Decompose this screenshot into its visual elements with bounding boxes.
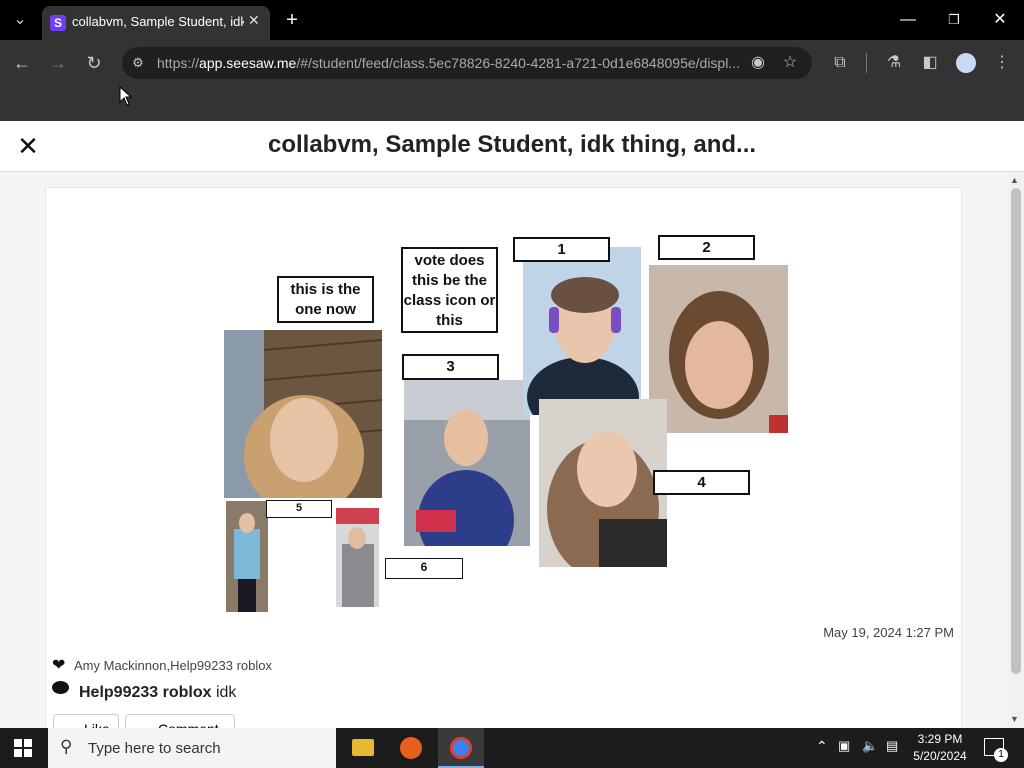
minimize-icon[interactable]: —	[896, 8, 920, 32]
comment: Help99233 roblox idk	[79, 684, 236, 702]
forward-arrow-icon[interactable]: →	[46, 51, 70, 75]
network-icon[interactable]: ▣	[838, 738, 850, 754]
label-vote-class-icon: vote does this be the class icon or this	[401, 247, 498, 333]
likes-list: Amy Mackinnon,Help99233 roblox	[74, 658, 272, 673]
seesaw-favicon-icon: S	[50, 15, 66, 31]
tab-close-icon[interactable]: ✕	[248, 12, 260, 29]
url-text[interactable]: https://app.seesaw.me/#/student/feed/cla…	[157, 55, 742, 73]
scroll-up-arrow-icon[interactable]: ▲	[1010, 175, 1019, 185]
side-panel-icon[interactable]: ◧	[918, 51, 942, 75]
comment-bubble-icon	[52, 681, 69, 694]
comment-author[interactable]: Help99233 roblox	[79, 684, 212, 701]
profile-avatar-icon[interactable]	[956, 53, 976, 73]
labs-flask-icon[interactable]: ⚗	[882, 51, 906, 75]
browser-tab[interactable]: S collabvm, Sample Student, idk thing, a…	[42, 6, 270, 40]
label-number-2: 2	[658, 235, 755, 260]
photo-girl-blue-hoodie[interactable]	[226, 501, 268, 612]
url-host: app.seesaw.me	[199, 55, 297, 71]
photo-girl-braids[interactable]	[649, 265, 788, 433]
label-number-4: 4	[653, 470, 750, 495]
chrome-icon	[450, 737, 472, 759]
label-this-is-the-one: this is the one now	[277, 276, 374, 323]
label-number-6: 6	[385, 558, 463, 579]
restore-icon[interactable]: ❐	[942, 8, 966, 32]
comment-text: idk	[215, 684, 237, 701]
scroll-down-arrow-icon[interactable]: ▼	[1010, 714, 1019, 724]
volume-muted-icon[interactable]: 🔈	[862, 738, 878, 754]
window-close-icon[interactable]: ✕	[988, 8, 1012, 32]
clock-time: 3:29 PM	[917, 732, 963, 746]
label-number-5: 5	[266, 500, 332, 518]
action-center-tray-icon[interactable]: ▤	[886, 738, 898, 754]
post-timestamp: May 19, 2024 1:27 PM	[823, 625, 954, 640]
notification-count-badge: 1	[994, 748, 1008, 762]
site-info-icon[interactable]: ⚙	[126, 51, 150, 75]
mouse-cursor-icon	[119, 86, 133, 106]
firefox-icon[interactable]	[400, 737, 422, 759]
new-tab-icon[interactable]: +	[280, 8, 304, 32]
tab-search-chevron-icon[interactable]: ⌄	[8, 8, 32, 32]
taskbar-clock[interactable]: 3:29 PM 5/20/2024	[908, 731, 972, 765]
label-number-3: 3	[402, 354, 499, 380]
scrollbar-thumb[interactable]	[1011, 188, 1021, 674]
photo-girl-race[interactable]	[404, 380, 530, 546]
menu-kebab-icon[interactable]: ⋮	[990, 51, 1014, 75]
bookmark-star-icon[interactable]: ☆	[778, 51, 802, 75]
heart-icon: ❤	[52, 657, 66, 674]
photo-girl-long-hair[interactable]	[539, 399, 667, 567]
bookmark-bar	[0, 86, 1024, 121]
page-title: collabvm, Sample Student, idk thing, and…	[267, 131, 757, 158]
photo-girl-phone[interactable]	[224, 330, 382, 498]
tray-chevron-up-icon[interactable]: ⌃	[816, 738, 828, 755]
photo-girl-headphones[interactable]	[523, 247, 641, 415]
clock-date: 5/20/2024	[913, 749, 967, 763]
url-path: /#/student/feed/class.5ec78826-8240-4281…	[296, 55, 741, 71]
windows-start-icon[interactable]	[14, 739, 32, 757]
reload-icon[interactable]: ↻	[82, 51, 106, 75]
extensions-puzzle-icon[interactable]: ⧉	[828, 51, 852, 75]
eye-icon[interactable]: ◉	[746, 51, 770, 75]
back-arrow-icon[interactable]: ←	[10, 51, 34, 75]
url-prefix: https://	[157, 55, 200, 71]
toolbar-divider	[866, 53, 867, 73]
photo-girl-grey-hoodie[interactable]	[336, 508, 379, 607]
tab-title: collabvm, Sample Student, idk thing, and…	[72, 14, 244, 29]
search-magnifier-icon: ⚲	[60, 737, 73, 756]
label-number-1: 1	[513, 237, 610, 262]
file-explorer-icon[interactable]	[352, 739, 374, 756]
taskbar-search-placeholder: Type here to search	[88, 740, 221, 757]
